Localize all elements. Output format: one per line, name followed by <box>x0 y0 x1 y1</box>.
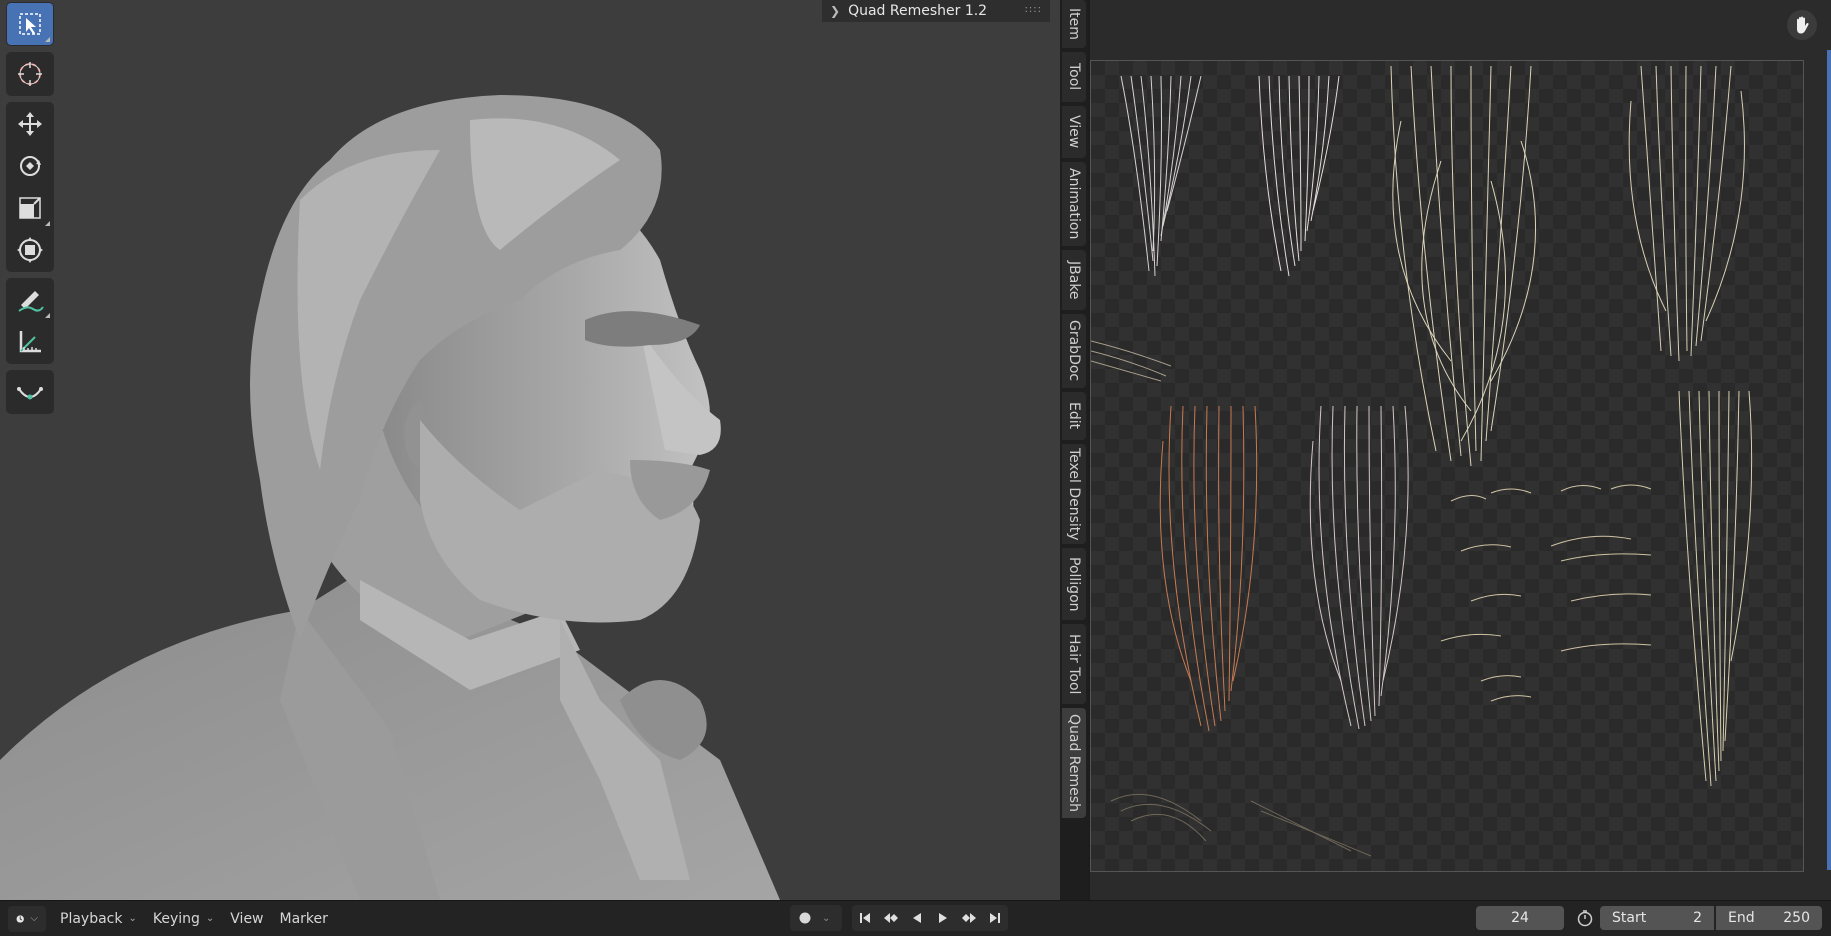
select-box-tool[interactable] <box>7 3 53 45</box>
jump-end-icon <box>990 913 1000 923</box>
submenu-indicator <box>45 313 50 318</box>
clock-icon <box>16 914 24 923</box>
auto-keying-group: ⌄ <box>790 905 842 931</box>
drag-handle-icon[interactable]: :::: <box>1025 4 1042 15</box>
hair-clump <box>1309 405 1409 730</box>
panel-title: Quad Remesher 1.2 <box>848 3 988 19</box>
prev-keyframe-button[interactable] <box>878 905 904 931</box>
next-keyframe-button[interactable] <box>956 905 982 931</box>
view-menu[interactable]: View <box>222 906 271 932</box>
editor-type-selector[interactable]: ⌵ <box>8 905 46 932</box>
quad-remesher-panel-header[interactable]: ❯ Quad Remesher 1.2 :::: <box>822 0 1050 22</box>
tool-group-cursor <box>6 52 54 96</box>
submenu-indicator <box>45 221 50 226</box>
submenu-indicator <box>45 37 50 42</box>
move-icon <box>18 112 42 136</box>
tool-shelf <box>6 2 54 420</box>
rotate-tool[interactable] <box>7 145 53 187</box>
chevron-down-icon: ⌄ <box>128 913 137 924</box>
play-reverse-button[interactable] <box>904 905 930 931</box>
prev-keyframe-icon <box>884 913 898 923</box>
stopwatch-icon[interactable] <box>1576 909 1594 931</box>
playback-menu[interactable]: Playback ⌄ <box>52 906 145 932</box>
jump-start-icon <box>860 913 870 923</box>
head-bust-model <box>0 95 780 900</box>
chevron-right-icon: ❯ <box>830 4 841 18</box>
tab-texel-density[interactable]: Texel Density <box>1062 444 1086 544</box>
tool-group-transform <box>6 102 54 272</box>
keying-menu[interactable]: Keying ⌄ <box>145 906 222 932</box>
tab-grabdoc[interactable]: GrabDoc <box>1062 314 1086 388</box>
jump-end-button[interactable] <box>982 905 1008 931</box>
select-box-icon <box>19 13 41 35</box>
start-frame-field[interactable]: Start 2 <box>1600 906 1714 930</box>
add-curve-icon <box>17 387 43 400</box>
tool-group-annotate <box>6 278 54 364</box>
hair-clump <box>1628 65 1745 362</box>
tab-polligon[interactable]: Polligon <box>1062 548 1086 620</box>
annotate-tool[interactable] <box>7 279 53 321</box>
3d-viewport[interactable]: ❯ Quad Remesher 1.2 :::: <box>0 0 1060 900</box>
timeline-header: ⌵ Playback ⌄ Keying ⌄ View Marker ⌄ 24 Sta… <box>0 900 1831 936</box>
chevron-down-icon: ⌄ <box>205 913 215 924</box>
blender-window: ❯ Quad Remesher 1.2 :::: Item Tool View … <box>0 0 1831 936</box>
chevron-down-icon: ⌵ <box>30 913 38 924</box>
scale-icon <box>19 197 41 219</box>
add-curve-tool[interactable] <box>7 371 53 413</box>
cursor-tool[interactable] <box>7 53 53 95</box>
end-frame-field[interactable]: End 250 <box>1716 906 1822 930</box>
tool-group-select <box>6 2 54 46</box>
tab-tool[interactable]: Tool <box>1062 52 1086 102</box>
transform-icon <box>17 237 43 263</box>
marker-menu[interactable]: Marker <box>272 906 336 932</box>
tab-quad-remesh[interactable]: Quad Remesh <box>1062 708 1086 818</box>
jump-start-button[interactable] <box>852 905 878 931</box>
tab-jbake[interactable]: JBake <box>1062 250 1086 310</box>
next-keyframe-icon <box>962 913 976 923</box>
hair-clump <box>1120 75 1202 277</box>
image-editor[interactable] <box>1090 0 1831 900</box>
hand-icon <box>1797 16 1809 34</box>
play-icon <box>939 913 947 923</box>
move-tool[interactable] <box>7 103 53 145</box>
scale-tool[interactable] <box>7 187 53 229</box>
chevron-down-icon[interactable]: ⌄ <box>822 913 830 924</box>
hair-wisps <box>1091 340 1172 382</box>
tab-animation[interactable]: Animation <box>1062 162 1086 246</box>
cursor-icon <box>18 62 42 86</box>
play-button[interactable] <box>930 905 956 931</box>
playback-controls <box>852 905 1008 931</box>
hair-clump <box>1390 65 1537 467</box>
tool-group-curve <box>6 370 54 414</box>
tab-item[interactable]: Item <box>1062 0 1086 48</box>
measure-icon <box>19 331 41 353</box>
play-reverse-icon <box>913 913 921 923</box>
tab-hair-tool[interactable]: Hair Tool <box>1062 624 1086 704</box>
hair-clump <box>1159 405 1258 732</box>
tab-view[interactable]: View <box>1062 106 1086 158</box>
record-icon[interactable] <box>798 911 812 925</box>
rotate-icon <box>20 156 41 176</box>
hair-wisps <box>1440 484 1652 702</box>
hair-cards-texture <box>1091 65 1753 857</box>
hair-clump <box>1258 75 1340 277</box>
transform-tool[interactable] <box>7 229 53 271</box>
tab-edit[interactable]: Edit <box>1062 392 1086 440</box>
hair-clump <box>1678 390 1753 787</box>
measure-tool[interactable] <box>7 321 53 363</box>
hair-wisps <box>1110 793 1372 857</box>
hair-texture-image <box>1090 60 1804 872</box>
pan-view-button[interactable] <box>1787 10 1817 40</box>
annotate-icon <box>18 291 44 312</box>
sidebar-tabs: Item Tool View Animation JBake GrabDoc E… <box>1060 0 1088 900</box>
current-frame-field[interactable]: 24 <box>1476 906 1564 930</box>
region-edge-indicator <box>1827 50 1831 870</box>
